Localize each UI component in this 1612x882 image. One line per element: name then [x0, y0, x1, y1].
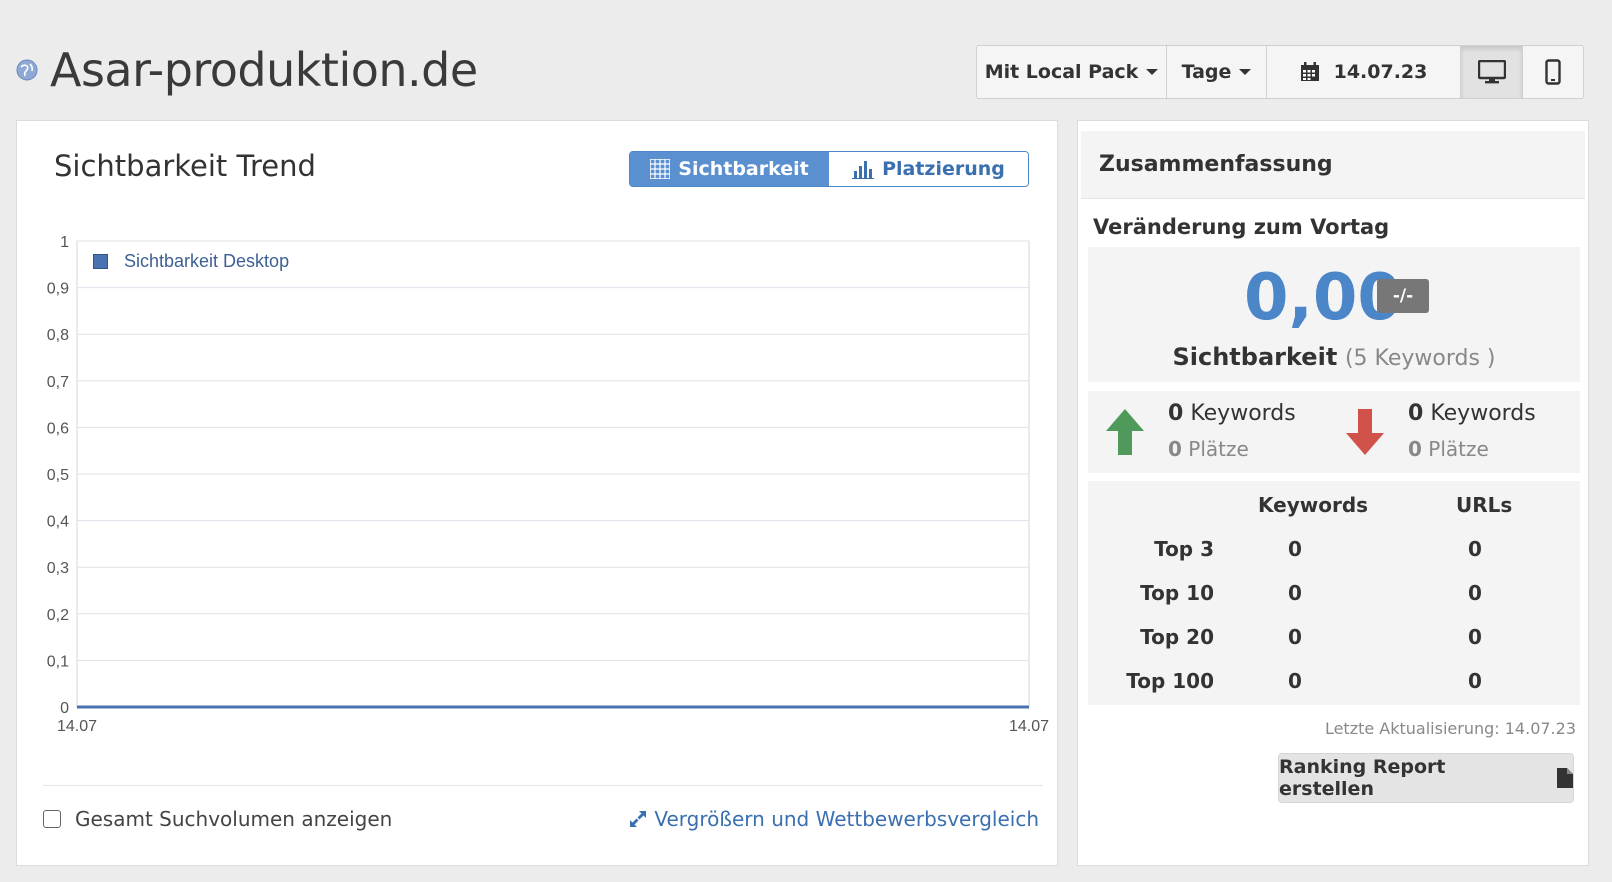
- site-header: Asar-produktion.de: [16, 40, 478, 100]
- keywords-up: 0 Keywords 0 Plätze: [1088, 391, 1334, 473]
- arrow-up-icon: [1106, 409, 1144, 455]
- date-picker[interactable]: 14.07.23: [1267, 46, 1461, 98]
- y-tick-label: 0,2: [47, 607, 69, 624]
- total-search-volume-toggle[interactable]: Gesamt Suchvolumen anzeigen: [43, 807, 392, 831]
- legend-label: Sichtbarkeit Desktop: [124, 251, 290, 271]
- keyword-movement: 0 Keywords 0 Plätze 0 Keywords 0 Plätze: [1088, 391, 1580, 473]
- trend-toggle: Sichtbarkeit Platzierung: [629, 151, 1029, 187]
- up-count: 0: [1168, 401, 1184, 426]
- checkbox-label: Gesamt Suchvolumen anzeigen: [75, 807, 393, 831]
- checkbox[interactable]: [43, 810, 61, 828]
- zoom-compare-label: Vergrößern und Wettbewerbsvergleich: [654, 807, 1039, 831]
- period-dropdown[interactable]: Tage: [1167, 46, 1267, 98]
- y-tick-label: 0,9: [47, 281, 69, 298]
- caret-down-icon: [1239, 69, 1252, 75]
- row-keywords: 0: [1288, 581, 1302, 605]
- x-tick-label: 14.07: [57, 718, 97, 735]
- keywords-down: 0 Keywords 0 Plätze: [1334, 391, 1580, 473]
- globe-icon: [16, 59, 38, 81]
- up-kw-label: Keywords: [1190, 401, 1296, 426]
- expand-icon: [630, 811, 647, 827]
- arrow-down-icon: [1346, 409, 1384, 455]
- col-keywords: Keywords: [1258, 493, 1369, 517]
- visibility-trend-panel: Sichtbarkeit Trend Sichtbarkeit Platzier…: [16, 120, 1058, 866]
- ranking-report-button[interactable]: Ranking Report erstellen: [1278, 753, 1574, 803]
- y-tick-label: 1: [60, 234, 69, 251]
- row-urls: 0: [1468, 581, 1482, 605]
- x-tick-label: 14.07: [1009, 718, 1049, 735]
- bar-chart-icon: [852, 161, 875, 179]
- row-label: Top 3: [1154, 537, 1214, 561]
- col-urls: URLs: [1456, 493, 1513, 517]
- local-pack-dropdown[interactable]: Mit Local Pack: [977, 46, 1167, 98]
- summary-panel: Zusammenfassung Veränderung zum Vortag 0…: [1077, 120, 1589, 866]
- local-pack-label: Mit Local Pack: [984, 61, 1139, 83]
- y-tick-label: 0,3: [47, 560, 69, 577]
- row-urls: 0: [1468, 625, 1482, 649]
- up-places: 0: [1168, 437, 1182, 461]
- y-tick-label: 0,8: [47, 327, 69, 344]
- y-tick-label: 0,6: [47, 420, 69, 437]
- y-tick-label: 0,5: [47, 467, 69, 484]
- caret-down-icon: [1146, 69, 1159, 75]
- row-keywords: 0: [1288, 537, 1302, 561]
- change-label: Veränderung zum Vortag: [1093, 215, 1390, 239]
- metric-label: Sichtbarkeit: [1172, 343, 1338, 371]
- up-places-label: Plätze: [1188, 437, 1249, 461]
- visibility-chart: 0 0,1 0,2 0,3 0,4 0,5 0,6 0,7 0,8 0,9 1 14.07 14.07: [47, 234, 1049, 735]
- desktop-icon: [1477, 60, 1506, 84]
- row-keywords: 0: [1288, 625, 1302, 649]
- page-title: Asar-produktion.de: [50, 43, 478, 97]
- tab-visibility-label: Sichtbarkeit: [678, 158, 809, 180]
- mobile-view-button[interactable]: [1523, 46, 1583, 98]
- y-tick-label: 0,1: [47, 653, 69, 670]
- divider: [43, 785, 1043, 786]
- period-label: Tage: [1181, 61, 1232, 83]
- view-toolbar: Mit Local Pack Tage 14.07.23: [976, 45, 1584, 99]
- down-count: 0: [1408, 401, 1424, 426]
- tab-ranking[interactable]: Platzierung: [829, 152, 1028, 186]
- row-label: Top 20: [1140, 625, 1214, 649]
- panel-title: Sichtbarkeit Trend: [54, 149, 316, 183]
- desktop-view-button[interactable]: [1461, 46, 1523, 98]
- summary-title: Zusammenfassung: [1081, 131, 1585, 199]
- row-urls: 0: [1468, 669, 1482, 693]
- tab-visibility[interactable]: Sichtbarkeit: [630, 152, 829, 186]
- zoom-compare-link[interactable]: Vergrößern und Wettbewerbsvergleich: [628, 807, 1039, 831]
- down-places-label: Plätze: [1428, 437, 1489, 461]
- document-icon: [1557, 768, 1573, 788]
- y-tick-label: 0: [60, 700, 69, 717]
- legend-swatch: [93, 254, 108, 269]
- calendar-icon: [1300, 62, 1319, 81]
- grid-chart-icon: [650, 159, 671, 179]
- change-badge: -/-: [1377, 279, 1429, 313]
- chart-legend[interactable]: Sichtbarkeit Desktop: [93, 251, 289, 272]
- down-places: 0: [1408, 437, 1422, 461]
- visibility-summary: 0,00 -/- Sichtbarkeit (5 Keywords ): [1088, 247, 1580, 382]
- row-urls: 0: [1468, 537, 1482, 561]
- keyword-count: (5 Keywords ): [1344, 346, 1496, 371]
- date-label: 14.07.23: [1333, 61, 1428, 83]
- y-tick-label: 0,4: [47, 514, 69, 531]
- top-positions-table: Keywords URLs Top 3 0 0 Top 10 0 0 Top 2…: [1088, 481, 1580, 705]
- visibility-caption: Sichtbarkeit (5 Keywords ): [1088, 343, 1580, 371]
- row-keywords: 0: [1288, 669, 1302, 693]
- down-kw-label: Keywords: [1430, 401, 1536, 426]
- y-tick-label: 0,7: [47, 374, 69, 391]
- tab-ranking-label: Platzierung: [882, 158, 1005, 180]
- ranking-report-label: Ranking Report erstellen: [1279, 756, 1446, 800]
- row-label: Top 100: [1126, 669, 1214, 693]
- last-update: Letzte Aktualisierung: 14.07.23: [1324, 719, 1576, 738]
- mobile-icon: [1545, 59, 1561, 85]
- row-label: Top 10: [1140, 581, 1214, 605]
